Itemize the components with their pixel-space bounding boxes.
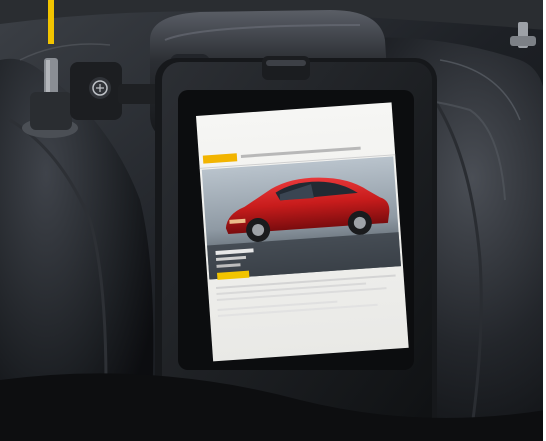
tablet-headrest-photo xyxy=(0,0,546,441)
yellow-accent-bar xyxy=(48,0,54,44)
